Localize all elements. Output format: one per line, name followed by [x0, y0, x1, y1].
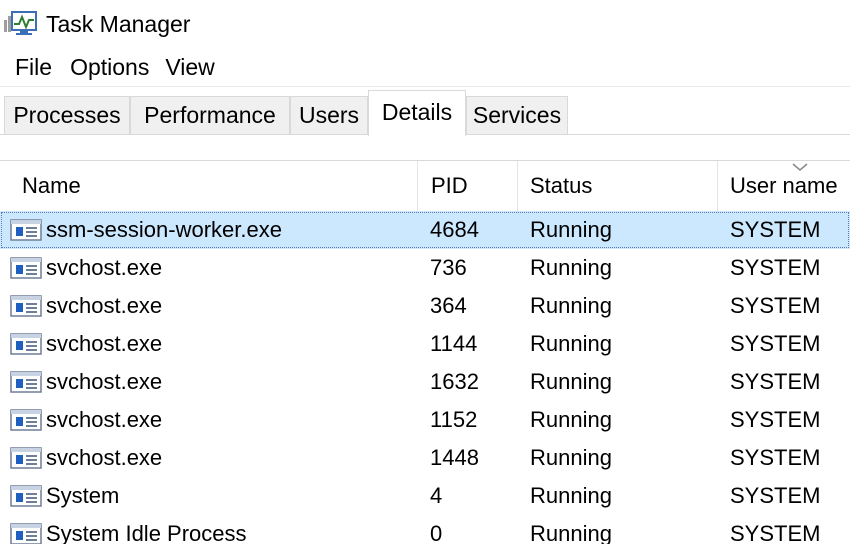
cell-status: Running [530, 255, 612, 280]
process-window-icon [10, 219, 42, 241]
menu-options[interactable]: Options [62, 50, 157, 84]
table-row[interactable]: svchost.exe 736 Running SYSTEM [0, 249, 850, 287]
title-bar: Task Manager [0, 0, 850, 48]
cell-process-name: svchost.exe [46, 407, 163, 432]
process-window-icon [10, 409, 42, 431]
process-window-icon [10, 447, 42, 469]
column-header-status[interactable]: Status [517, 161, 717, 211]
cell-status: Running [530, 369, 612, 394]
cell-user-name: SYSTEM [730, 483, 821, 508]
menu-view[interactable]: View [157, 50, 222, 84]
cell-status: Running [530, 521, 612, 544]
cell-status: Running [530, 407, 612, 432]
tab-details[interactable]: Details [368, 90, 466, 136]
cell-status: Running [530, 445, 612, 470]
window-title: Task Manager [46, 11, 191, 37]
process-window-icon [10, 485, 42, 507]
tab-users[interactable]: Users [290, 96, 368, 134]
cell-pid: 1152 [430, 407, 478, 432]
menu-separator [0, 86, 850, 87]
column-header-pid[interactable]: PID [417, 161, 517, 211]
table-row[interactable]: svchost.exe 364 Running SYSTEM [0, 287, 850, 325]
menu-file[interactable]: File [0, 50, 62, 84]
sort-descending-icon [792, 163, 808, 171]
cell-process-name: ssm-session-worker.exe [46, 217, 282, 242]
menu-bar: File Options View [0, 50, 223, 84]
cell-user-name: SYSTEM [730, 293, 821, 318]
cell-process-name: svchost.exe [46, 331, 163, 356]
cell-user-name: SYSTEM [730, 331, 821, 356]
cell-pid: 4684 [430, 217, 479, 242]
cell-pid: 0 [430, 521, 443, 544]
column-header-user-name[interactable]: User name [717, 161, 850, 211]
process-window-icon [10, 333, 42, 355]
cell-status: Running [530, 331, 612, 356]
process-window-icon [10, 257, 42, 279]
cell-process-name: svchost.exe [46, 255, 163, 280]
tab-processes[interactable]: Processes [4, 96, 130, 134]
table-row[interactable]: System Idle Process 0 Running SYSTEM [0, 515, 850, 544]
cell-status: Running [530, 217, 612, 242]
cell-status: Running [530, 483, 612, 508]
cell-user-name: SYSTEM [730, 521, 821, 544]
column-header-name[interactable]: Name [0, 161, 417, 211]
cell-pid: 4 [430, 483, 443, 508]
table-row[interactable]: svchost.exe 1152 Running SYSTEM [0, 401, 850, 439]
cell-process-name: svchost.exe [46, 445, 163, 470]
table-row[interactable]: System 4 Running SYSTEM [0, 477, 850, 515]
cell-pid: 736 [430, 255, 467, 280]
cell-pid: 1632 [430, 369, 479, 394]
column-header-row: Name PID Status User name [0, 161, 850, 211]
cell-pid: 1144 [430, 331, 478, 356]
cell-process-name: System Idle Process [46, 521, 247, 544]
task-manager-icon [4, 11, 37, 35]
cell-process-name: System [46, 483, 120, 508]
cell-user-name: SYSTEM [730, 217, 821, 242]
cell-pid: 1448 [430, 445, 479, 470]
cell-user-name: SYSTEM [730, 369, 821, 394]
tab-strip: Processes Performance Users Details Serv… [0, 90, 850, 136]
cell-user-name: SYSTEM [730, 255, 821, 280]
tab-services[interactable]: Services [466, 96, 568, 134]
process-window-icon [10, 371, 42, 393]
cell-process-name: svchost.exe [46, 293, 163, 318]
cell-status: Running [530, 293, 612, 318]
cell-user-name: SYSTEM [730, 407, 821, 432]
table-row[interactable]: svchost.exe 1144 Running SYSTEM [0, 325, 850, 363]
cell-process-name: svchost.exe [46, 369, 163, 394]
tab-performance[interactable]: Performance [130, 96, 290, 134]
table-row[interactable]: ssm-session-worker.exe 4684 Running SYSTEM [0, 211, 850, 249]
table-row[interactable]: svchost.exe 1448 Running SYSTEM [0, 439, 850, 477]
process-list: ssm-session-worker.exe 4684 Running SYSTEM s… [0, 211, 850, 544]
cell-user-name: SYSTEM [730, 445, 821, 470]
process-window-icon [10, 295, 42, 317]
table-row[interactable]: svchost.exe 1632 Running SYSTEM [0, 363, 850, 401]
cell-pid: 364 [430, 293, 467, 318]
process-window-icon [10, 523, 42, 544]
